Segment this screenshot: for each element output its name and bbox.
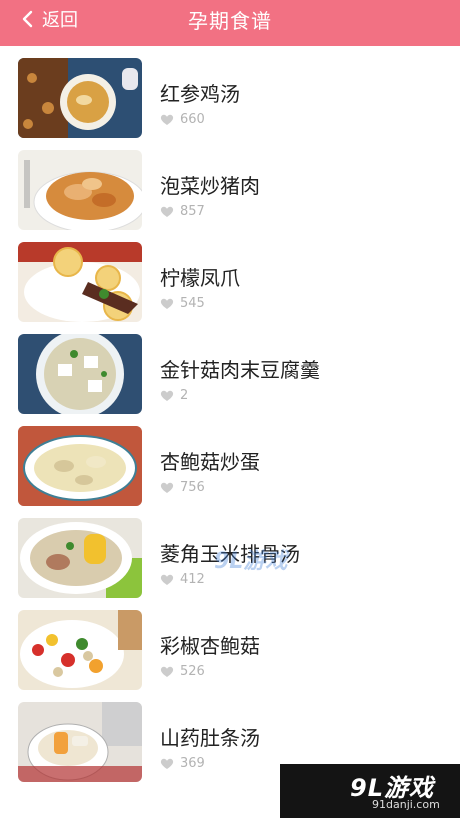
like-count-value: 660 — [180, 112, 205, 127]
like-count-value: 2 — [180, 388, 189, 403]
tofu-soup-photo — [18, 334, 142, 414]
like-count-value: 526 — [180, 664, 205, 679]
heart-icon — [160, 666, 174, 677]
heart-icon — [160, 206, 174, 217]
mushroom-egg-photo — [18, 426, 142, 506]
top-bar: 返回 孕期食谱 — [0, 0, 460, 46]
recipe-name: 红参鸡汤 — [160, 82, 240, 106]
like-count: 857 — [160, 204, 205, 219]
recipe-item[interactable]: 杏鲍菇炒蛋 756 — [0, 426, 460, 518]
recipe-item[interactable]: 金针菇肉末豆腐羹 2 — [0, 334, 460, 426]
like-count-value: 857 — [180, 204, 205, 219]
corn-ribs-soup-photo — [18, 518, 142, 598]
recipe-item[interactable]: 红参鸡汤 660 — [0, 58, 460, 150]
like-count: 660 — [160, 112, 205, 127]
chicken-soup-photo — [18, 58, 142, 138]
kimchi-pork-photo — [18, 150, 142, 230]
heart-icon — [160, 390, 174, 401]
like-count-value: 369 — [180, 756, 205, 771]
like-count: 526 — [160, 664, 205, 679]
recipe-name: 金针菇肉末豆腐羹 — [160, 358, 320, 382]
like-count: 545 — [160, 296, 205, 311]
watermark: 9L游戏 — [214, 549, 288, 574]
like-count: 369 — [160, 756, 205, 771]
recipe-name: 杏鲍菇炒蛋 — [160, 450, 260, 474]
recipe-name: 泡菜炒猪肉 — [160, 174, 260, 198]
heart-icon — [160, 758, 174, 769]
like-count-value: 545 — [180, 296, 205, 311]
recipe-item[interactable]: 彩椒杏鲍菇 526 — [0, 610, 460, 702]
like-count-value: 756 — [180, 480, 205, 495]
recipe-list: 红参鸡汤 660 泡菜炒猪肉 857 柠檬凤爪 545 金针菇肉末豆腐羹 2 杏… — [0, 58, 460, 794]
brand-url: 91danji.com — [372, 798, 440, 811]
like-count-value: 412 — [180, 572, 205, 587]
recipe-name: 山药肚条汤 — [160, 726, 260, 750]
heart-icon — [160, 298, 174, 309]
recipe-item[interactable]: 泡菜炒猪肉 857 — [0, 150, 460, 242]
heart-icon — [160, 482, 174, 493]
recipe-name: 柠檬凤爪 — [160, 266, 240, 290]
like-count: 756 — [160, 480, 205, 495]
like-count: 2 — [160, 388, 188, 403]
brand-badge: 9L游戏 91danji.com — [280, 764, 460, 818]
pepper-mushroom-photo — [18, 610, 142, 690]
recipe-name: 彩椒杏鲍菇 — [160, 634, 260, 658]
heart-icon — [160, 114, 174, 125]
yam-tripe-soup-photo — [18, 702, 142, 782]
recipe-item[interactable]: 柠檬凤爪 545 — [0, 242, 460, 334]
like-count: 412 — [160, 572, 205, 587]
page-title: 孕期食谱 — [188, 8, 272, 33]
heart-icon — [160, 574, 174, 585]
lemon-chicken-feet-photo — [18, 242, 142, 322]
